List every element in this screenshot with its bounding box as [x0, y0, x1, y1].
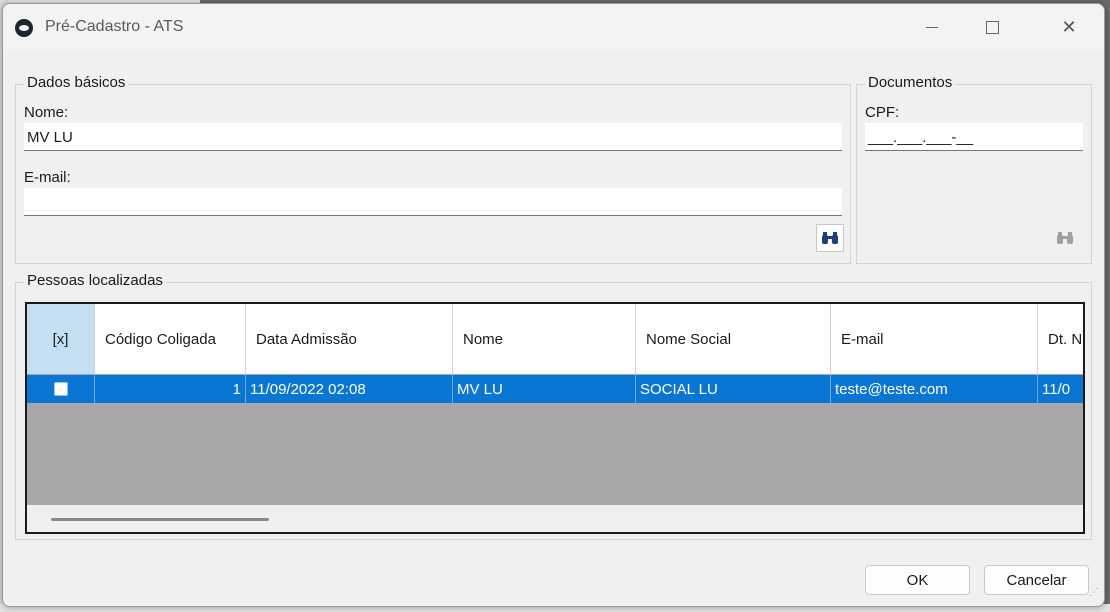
cell-codigo: 1	[95, 375, 246, 403]
maximize-button[interactable]	[969, 4, 1015, 50]
binoculars-icon	[822, 232, 838, 244]
nome-label: Nome:	[24, 104, 69, 121]
pre-cadastro-dialog: Pré-Cadastro - ATS ✕ Dados básicos Nome:…	[2, 3, 1105, 607]
resize-grip-icon[interactable]: ⋰	[1089, 588, 1103, 604]
cell-data-admissao: 11/09/2022 02:08	[246, 375, 453, 403]
column-header-nome-social[interactable]: Nome Social	[636, 304, 831, 374]
search-button[interactable]	[816, 224, 844, 252]
column-header-codigo-coligada[interactable]: Código Coligada	[95, 304, 246, 374]
row-checkbox-cell[interactable]	[27, 375, 95, 403]
table-row[interactable]: 1 11/09/2022 02:08 MV LU SOCIAL LU teste…	[27, 375, 1083, 403]
column-header-email[interactable]: E-mail	[831, 304, 1038, 374]
documentos-title: Documentos	[865, 74, 956, 91]
close-icon: ✕	[1061, 16, 1077, 37]
row-checkbox[interactable]	[53, 382, 68, 396]
maximize-icon	[985, 20, 999, 34]
window-title: Pré-Cadastro - ATS	[45, 18, 184, 35]
cell-nome-social: SOCIAL LU	[636, 375, 831, 403]
cell-email: teste@teste.com	[831, 375, 1038, 403]
nome-field[interactable]: MV LU	[24, 123, 842, 151]
ok-button[interactable]: OK	[865, 565, 970, 595]
horizontal-scrollbar[interactable]	[27, 505, 1083, 532]
pessoas-grid[interactable]: [x] Código Coligada Data Admissão Nome N…	[25, 302, 1085, 534]
column-header-nome[interactable]: Nome	[453, 304, 636, 374]
binoculars-icon	[1057, 232, 1073, 244]
column-header-check[interactable]: [x]	[27, 304, 95, 374]
minimize-icon	[926, 26, 938, 28]
title-bar: Pré-Cadastro - ATS ✕	[3, 4, 1104, 50]
grid-header: [x] Código Coligada Data Admissão Nome N…	[27, 304, 1083, 374]
dados-basicos-group: Dados básicos	[15, 74, 851, 264]
email-field[interactable]	[24, 188, 842, 216]
cpf-search-button[interactable]	[1051, 224, 1079, 252]
column-header-dt-nascimento[interactable]: Dt. N	[1038, 304, 1083, 374]
cell-dt-nascimento: 11/0	[1042, 380, 1071, 398]
column-header-data-admissao[interactable]: Data Admissão	[246, 304, 453, 374]
dados-basicos-title: Dados básicos	[24, 74, 129, 91]
pessoas-localizadas-title: Pessoas localizadas	[24, 272, 166, 289]
cpf-field[interactable]: ___.___.___-__	[865, 123, 1083, 151]
app-icon	[15, 19, 33, 37]
scrollbar-thumb[interactable]	[51, 518, 269, 521]
cancel-button[interactable]: Cancelar	[984, 565, 1089, 595]
email-label: E-mail:	[24, 169, 71, 186]
cell-nome: MV LU	[453, 375, 636, 403]
cpf-label: CPF:	[865, 104, 900, 121]
close-button[interactable]: ✕	[1046, 4, 1092, 50]
minimize-button[interactable]	[909, 4, 955, 50]
